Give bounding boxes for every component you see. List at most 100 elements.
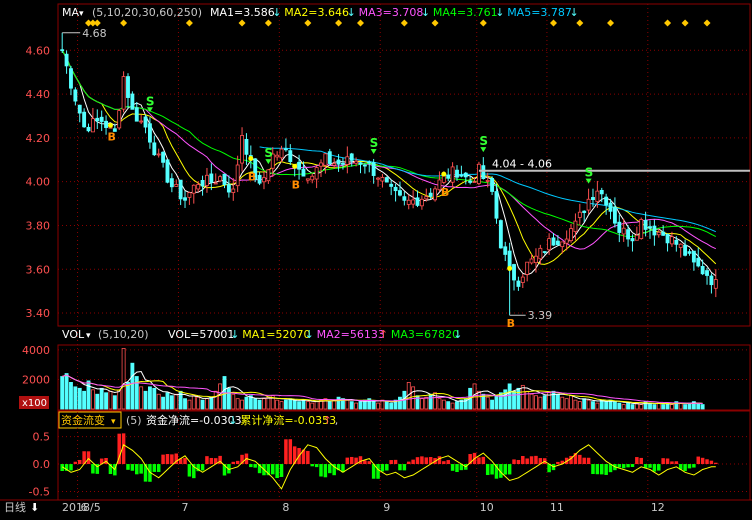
volume-bar [516,387,521,410]
volume-bar [279,401,284,410]
vol-indicator-label[interactable]: VOL [62,328,85,341]
flow-bar [235,460,240,465]
candle-body [433,188,437,201]
flow-bar [77,459,82,465]
low-annotation: 3.39 [528,309,553,322]
stock-chart[interactable]: MA ▾ (5,10,20,30,60,250) MA1=3.586↓ MA2=3… [0,0,752,516]
ma-indicator-label[interactable]: MA [62,6,79,19]
legend-value: MA2=3.646 [284,6,349,19]
candle-body [670,236,674,245]
candle-body [700,266,705,275]
flow-indicator-label[interactable]: 资金流变 [61,413,105,427]
volume-bar [529,393,534,410]
volume-bar [455,401,459,410]
candle-body [468,180,473,183]
volume-bar [235,398,240,410]
down-arrow-icon: ↓ [305,328,314,341]
candle-body [542,251,547,253]
candle-body [573,220,578,233]
candle-body [555,240,560,246]
flow-bar [687,464,692,469]
candle-body [262,177,266,183]
volume-bar [77,387,82,410]
volume-bar [599,399,604,410]
volume-bar [297,401,302,410]
candle-body [240,135,244,164]
candle-body [705,270,709,276]
candle-body [661,231,666,236]
flow-dropdown-icon[interactable]: ▾ [111,417,116,427]
candle-body [472,181,477,183]
candle-body [147,123,152,143]
candle-body [191,184,196,194]
flow-bar [319,464,323,477]
candle-body [126,76,130,98]
flow-bar [424,457,429,465]
flow-bar [135,464,139,475]
volume-bar [345,399,350,410]
flow-bar [358,456,363,465]
vol-tick-label: 2000 [22,373,50,386]
candle-body [297,161,302,170]
candle-body [231,188,236,193]
candle-body [143,116,148,128]
legend-value: MA3=67820 [391,328,459,341]
candle-body [283,148,288,151]
flow-bar [674,461,679,465]
flow-bar [665,458,670,465]
volume-bar [512,390,516,410]
candle-body [275,154,280,158]
volume-bar [498,392,503,410]
flow-bar [91,464,95,474]
flow-bar [556,461,560,465]
candle-body [73,89,78,102]
flow-bar [705,459,709,465]
flow-bar [485,464,490,476]
flow-bar [450,464,455,471]
candle-body [534,255,538,264]
flow-bar [415,457,420,465]
candle-body [380,177,385,182]
volume-bar [419,398,424,410]
candle-body [595,190,600,202]
candle-body [213,182,218,185]
volume-bar [639,404,644,410]
flow-bar [310,464,314,467]
flow-bar [437,456,442,465]
vol-dropdown-icon[interactable]: ▾ [86,331,91,341]
sell-signal: S [370,136,379,150]
flow-bar [205,456,209,465]
candle-body [678,243,683,248]
volume-bar [424,396,429,410]
flow-bar [696,456,701,465]
flow-bar [521,455,525,465]
legend-value: MA1=3.586 [210,6,275,19]
flow-bar [86,451,91,465]
month-label-10: 10 [480,501,494,514]
volume-bar [130,362,135,410]
volume-bar [376,402,380,410]
candle-body [406,199,411,205]
candle-body [648,226,652,229]
flow-bar [69,464,73,471]
range-annotation: 4.04 - 4.06 [492,158,552,171]
candle-body [209,173,214,183]
flow-bar [402,464,407,471]
volume-bar [560,396,565,410]
candle-body [481,165,486,179]
up-arrow-icon: ↑ [323,414,332,427]
period-down-arrow-icon[interactable]: ⬇ [30,501,39,514]
flow-bar [406,461,411,465]
legend-trail: , [335,414,339,427]
candle-body [415,197,420,206]
candle-body [709,275,714,286]
ma-dropdown-icon[interactable]: ▾ [79,9,84,19]
volume-bar [283,399,288,410]
flow-bar [481,456,486,465]
volume-bar [139,386,144,410]
volume-bar [520,384,525,410]
flow-bar [363,460,367,465]
candle-body [218,176,223,182]
period-selector[interactable]: 日线 [4,500,26,514]
volume-bar [573,399,578,410]
